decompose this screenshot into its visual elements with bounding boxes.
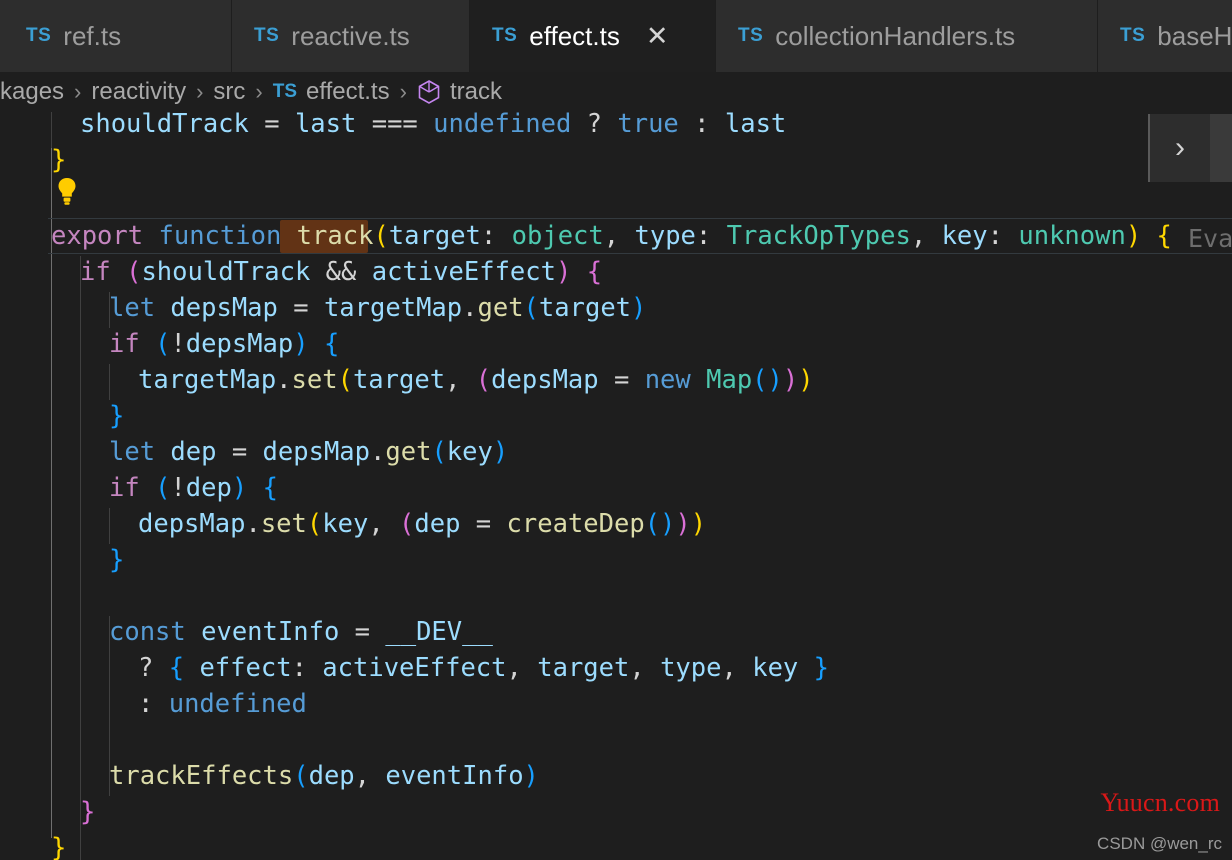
typescript-file-icon: TS xyxy=(254,25,280,46)
breadcrumb-item-packages[interactable]: kages xyxy=(0,78,64,106)
tab-collectionhandlers-ts[interactable]: TS collectionHandlers.ts xyxy=(716,0,1098,72)
breadcrumb-item-label: track xyxy=(449,78,502,105)
code-line: if (!depsMap) { xyxy=(109,329,340,359)
symbol-method-cube-icon xyxy=(417,79,441,105)
breadcrumb-item-src[interactable]: src xyxy=(213,78,245,106)
code-line: const eventInfo = __DEV__ xyxy=(109,617,493,647)
code-line: let dep = depsMap.get(key) xyxy=(109,437,509,467)
code-line: } xyxy=(51,145,67,175)
find-widget-panel[interactable]: › xyxy=(1148,114,1210,182)
breadcrumb-item-label: effect.ts xyxy=(306,78,390,105)
code-line: : undefined xyxy=(138,689,307,719)
code-line: ? { effect: activeEffect, target, type, … xyxy=(138,653,829,683)
tab-label: baseH xyxy=(1157,20,1232,51)
editor-tab-bar: TS ref.ts TS reactive.ts TS effect.ts ✕ … xyxy=(0,0,1232,72)
chevron-right-icon: › xyxy=(196,79,204,104)
breadcrumb-item-track[interactable]: track xyxy=(417,78,502,106)
tab-ref-ts[interactable]: TS ref.ts xyxy=(0,0,232,72)
tab-label: collectionHandlers.ts xyxy=(775,20,1016,51)
tab-label: effect.ts xyxy=(529,20,620,51)
tab-label: ref.ts xyxy=(63,20,122,51)
code-line: targetMap.set(target, (depsMap = new Map… xyxy=(138,365,814,395)
code-line-signature: export function track(target: object, ty… xyxy=(51,221,1172,251)
typescript-file-icon: TS xyxy=(738,25,764,46)
watermark-secondary: CSDN @wen_rc xyxy=(1097,834,1222,853)
watermark-primary: Yuucn.com xyxy=(1100,788,1220,817)
code-line: if (shouldTrack && activeEffect) { xyxy=(80,257,603,287)
breadcrumb-item-reactivity[interactable]: reactivity xyxy=(91,78,186,106)
code-line: } xyxy=(109,545,125,575)
typescript-file-icon: TS xyxy=(26,25,52,46)
chevron-right-icon: › xyxy=(74,79,82,104)
code-content[interactable]: shouldTrack = last === undefined ? true … xyxy=(0,112,1172,860)
code-line: depsMap.set(key, (dep = createDep())) xyxy=(138,509,707,539)
code-line: shouldTrack = last === undefined ? true … xyxy=(80,112,787,139)
indent-guide xyxy=(109,508,110,544)
code-line: } xyxy=(109,401,125,431)
code-editor[interactable]: Eva shouldTrack = last === undefined ? t… xyxy=(0,112,1232,860)
tab-reactive-ts[interactable]: TS reactive.ts xyxy=(232,0,470,72)
code-line: } xyxy=(51,833,67,860)
indent-guide xyxy=(109,364,110,400)
code-line: } xyxy=(80,797,96,827)
typescript-file-icon: TS xyxy=(492,25,518,46)
tab-basehandlers-ts[interactable]: TS baseH xyxy=(1098,0,1232,72)
breadcrumb-item-effect-ts[interactable]: TS effect.ts xyxy=(273,78,390,106)
code-line: let depsMap = targetMap.get(target) xyxy=(109,293,647,323)
code-line: if (!dep) { xyxy=(109,473,278,503)
typescript-file-icon: TS xyxy=(272,81,297,102)
vscode-window: TS ref.ts TS reactive.ts TS effect.ts ✕ … xyxy=(0,0,1232,860)
chevron-right-icon: › xyxy=(255,79,263,104)
code-line: trackEffects(dep, eventInfo) xyxy=(109,761,539,791)
breadcrumb: kages › reactivity › src › TS effect.ts … xyxy=(0,72,1232,112)
tab-effect-ts[interactable]: TS effect.ts ✕ xyxy=(470,0,716,72)
tab-label: reactive.ts xyxy=(291,20,410,51)
chevron-right-icon[interactable]: › xyxy=(1175,133,1185,163)
typescript-file-icon: TS xyxy=(1120,25,1146,46)
close-icon[interactable]: ✕ xyxy=(646,22,669,50)
chevron-right-icon: › xyxy=(399,79,407,104)
find-widget-input[interactable] xyxy=(1210,114,1232,182)
